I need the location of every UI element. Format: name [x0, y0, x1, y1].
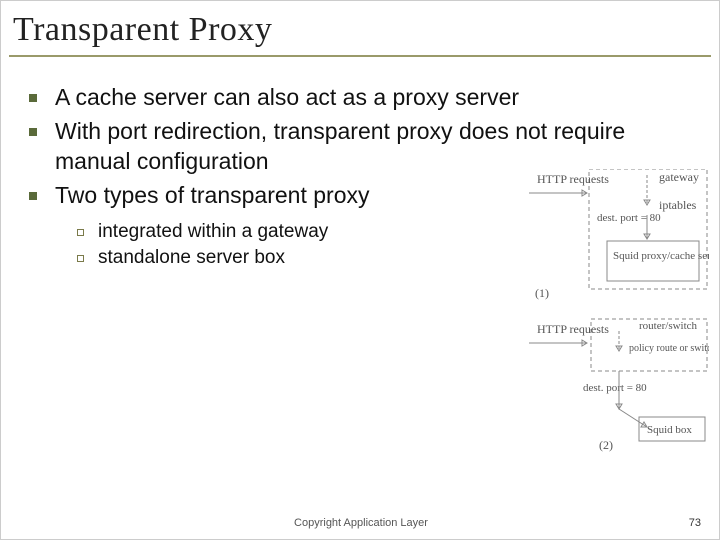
sub-bullet-text: integrated within a gateway: [98, 221, 328, 243]
hollow-square-icon: [77, 229, 84, 236]
diagram-label: router/switch: [639, 320, 698, 332]
square-bullet-icon: [29, 128, 37, 136]
slide-body: A cache server can also act as a proxy s…: [9, 57, 711, 281]
bullet-text: With port redirection, transparent proxy…: [55, 117, 675, 177]
diagram-label: dest. port = 80: [583, 382, 647, 394]
square-bullet-icon: [29, 94, 37, 102]
bullet-text: Two types of transparent proxy: [55, 181, 370, 211]
diagram-index: (1): [535, 286, 549, 300]
title-area: Transparent Proxy: [9, 7, 711, 57]
diagram-index: (2): [599, 438, 613, 452]
bullet-item: With port redirection, transparent proxy…: [17, 117, 703, 177]
diagram-label: Squid box: [647, 424, 692, 436]
diagram-label: policy route or switch rules: [629, 343, 709, 354]
bullet-text: A cache server can also act as a proxy s…: [55, 83, 519, 113]
diagram-label: dest. port = 80: [597, 212, 661, 224]
proxy-diagram: HTTP requests gateway iptables dest. por…: [479, 169, 709, 454]
hollow-square-icon: [77, 255, 84, 262]
bullet-item: A cache server can also act as a proxy s…: [17, 83, 703, 113]
diagram-label: HTTP requests: [537, 172, 609, 186]
square-bullet-icon: [29, 192, 37, 200]
page-number: 73: [689, 517, 701, 529]
slide: Transparent Proxy A cache server can als…: [0, 0, 720, 540]
diagram-label: Squid proxy/cache server: [613, 250, 709, 262]
diagram-label: iptables: [659, 198, 697, 212]
footer-text: Copyright Application Layer: [1, 517, 720, 529]
sub-bullet-text: standalone server box: [98, 247, 285, 269]
diagram-label: gateway: [659, 170, 699, 184]
slide-title: Transparent Proxy: [13, 11, 707, 49]
diagram-label: HTTP requests: [537, 322, 609, 336]
